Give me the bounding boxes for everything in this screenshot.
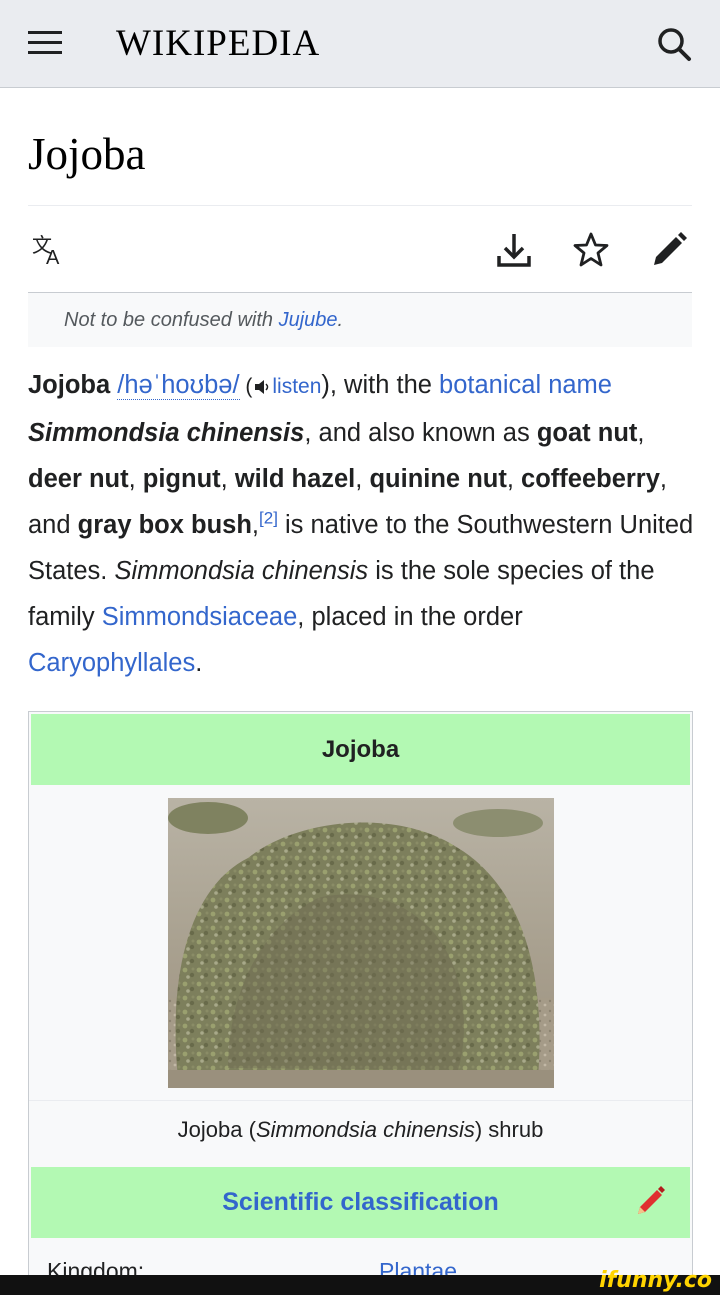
- separator: ,: [355, 465, 370, 493]
- listen-link[interactable]: listen: [272, 375, 321, 398]
- ipa-pronunciation-link[interactable]: /həˈhoʊbə/: [117, 371, 240, 400]
- scientific-classification-link[interactable]: Scientific classification: [31, 1167, 690, 1238]
- separator: ,: [128, 465, 143, 493]
- lead-text: .: [195, 649, 203, 677]
- separator: ,: [251, 511, 260, 539]
- language-icon[interactable]: 文 A: [30, 230, 70, 270]
- common-name: pignut: [142, 465, 221, 493]
- caption-text: ) shrub: [474, 1117, 544, 1142]
- hatnote: Not to be confused with Jujube.: [28, 293, 692, 347]
- search-icon[interactable]: [656, 26, 692, 62]
- common-name: gray box bush: [77, 511, 252, 539]
- paren: (: [239, 375, 253, 398]
- taxobox: Jojoba Jojoba (Simmondsia chinensis) shr…: [28, 711, 693, 1295]
- reference-link[interactable]: [2]: [259, 509, 278, 528]
- family-link[interactable]: Simmondsiaceae: [102, 603, 298, 631]
- pencil-icon[interactable]: [649, 230, 689, 270]
- hamburger-menu-icon[interactable]: [28, 31, 62, 55]
- edit-pencil-icon[interactable]: [634, 1185, 666, 1217]
- scientific-name: Simmondsia chinensis: [28, 419, 305, 447]
- separator: ,: [637, 419, 645, 447]
- infobox-divider: [29, 1100, 692, 1101]
- image-caption: Jojoba (Simmondsia chinensis) shrub: [29, 1117, 692, 1143]
- common-name: wild hazel: [234, 465, 356, 493]
- infobox-title: Jojoba: [31, 714, 690, 785]
- speaker-icon: [255, 380, 269, 394]
- hatnote-period: .: [337, 309, 344, 331]
- wikipedia-wordmark[interactable]: WIKIPEDIA: [116, 22, 320, 65]
- lead-text: ), with the: [321, 371, 440, 399]
- jojoba-shrub-image[interactable]: [168, 798, 554, 1088]
- title-divider: [28, 205, 692, 206]
- ifunny-watermark: ifunny.co: [599, 1268, 712, 1293]
- top-app-bar: WIKIPEDIA: [0, 0, 720, 88]
- botanical-name-link[interactable]: botanical name: [439, 371, 612, 399]
- scientific-name: Simmondsia chinensis: [114, 557, 369, 585]
- star-icon[interactable]: [571, 230, 611, 270]
- listen-button[interactable]: listen: [252, 375, 321, 398]
- lead-paragraph: Jojoba /həˈhoʊbə/ ( listen), with the bot…: [28, 362, 694, 686]
- lead-subject: Jojoba: [28, 371, 111, 399]
- hatnote-text: Not to be confused with: [64, 309, 279, 331]
- separator: ,: [506, 465, 522, 493]
- separator: ,: [220, 465, 235, 493]
- page-title: Jojoba: [28, 129, 146, 179]
- common-name: goat nut: [536, 419, 638, 447]
- svg-text:A: A: [46, 247, 60, 269]
- common-name: deer nut: [28, 465, 129, 493]
- download-icon[interactable]: [494, 230, 534, 270]
- caption-text: Jojoba (: [177, 1117, 256, 1142]
- lead-text: , and also known as: [304, 419, 537, 447]
- common-name: quinine nut: [369, 465, 507, 493]
- jujube-link[interactable]: Jujube: [279, 309, 338, 331]
- common-name: coffeeberry: [521, 465, 660, 493]
- order-link[interactable]: Caryophyllales: [28, 649, 195, 677]
- lead-text: , placed in the order: [297, 603, 523, 631]
- caption-scientific-name: Simmondsia chinensis: [255, 1117, 475, 1142]
